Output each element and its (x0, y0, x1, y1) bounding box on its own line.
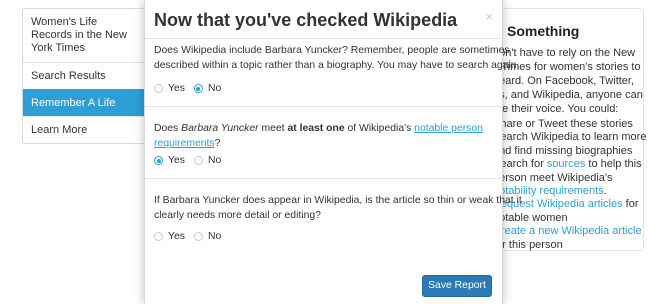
q2-emphasis: at least one (287, 123, 345, 134)
sources-link[interactable]: sources (547, 158, 586, 170)
question-text: requirements? (154, 136, 494, 151)
sidebar-item-remember-a-life[interactable]: Remember A Life (23, 89, 149, 116)
question-2-options: Yes No (154, 155, 230, 166)
modal-title: Now that you've checked Wikipedia (154, 10, 458, 30)
radio-yes[interactable] (154, 232, 163, 241)
radio-label-yes: Yes (168, 83, 185, 94)
intro-line: heard. On Facebook, Twitter, (493, 75, 635, 87)
sources-text-post: to help this (585, 158, 642, 171)
panel-title: Something (507, 23, 580, 39)
intro-line: ate their voice. You could: (493, 103, 619, 115)
list-item-sources: Search for sources to help this (493, 158, 643, 171)
question-text: described within a topic rather than a b… (154, 60, 520, 71)
radio-no[interactable] (193, 156, 203, 165)
modal-footer: Save Report (145, 258, 502, 304)
request-text: for (622, 198, 639, 211)
list-item-search: Search Wikipedia to learn more (493, 131, 647, 144)
radio-no[interactable] (193, 232, 203, 241)
question-3-options: Yes No (154, 231, 230, 242)
sidebar-item-life-records[interactable]: Women's Life Records in the New York Tim… (23, 9, 149, 62)
q2-text: meet (258, 123, 288, 134)
q2-text: Does (154, 123, 182, 134)
sidebar-nav: Women's Life Records in the New York Tim… (22, 8, 150, 144)
question-text: clearly needs more detail or editing? (154, 210, 321, 221)
list-item-sources-cont: person meet Wikipedia's (493, 171, 613, 184)
question-2: Does Barbara Yuncker meet at least one o… (154, 121, 494, 151)
list-item-request-cont: notable women (493, 211, 568, 224)
list-item-create-cont: for this person (493, 238, 563, 251)
list-item-create: Create a new Wikipedia article (493, 225, 643, 238)
question-text: Does Barbara Yuncker meet at least one o… (154, 121, 494, 136)
divider (145, 106, 502, 107)
report-modal: Now that you've checked Wikipedia × Does… (144, 0, 522, 304)
question-text: Does Wikipedia include Barbara Yuncker? … (154, 45, 510, 56)
save-report-button[interactable]: Save Report (422, 275, 492, 297)
sidebar-item-search-results[interactable]: Search Results (23, 62, 149, 89)
question-3: If Barbara Yuncker does appear in Wikipe… (154, 193, 522, 223)
radio-label-no: No (207, 155, 222, 166)
action-list: Share or Tweet these stories Search Wiki… (493, 118, 647, 252)
radio-label-no: No (207, 231, 222, 242)
intro-line: gs, and Wikipedia, anyone can (493, 89, 643, 101)
panel-intro: don't have to rely on the New k Times fo… (493, 46, 643, 116)
question-1-options: Yes No (154, 83, 230, 94)
notability-period: . (603, 184, 607, 197)
divider (145, 178, 502, 179)
notable-person-link-cont[interactable]: requirements (154, 138, 215, 149)
list-item-share: Share or Tweet these stories (493, 118, 633, 130)
q2-text: of Wikipedia's (344, 123, 415, 134)
radio-label-no: No (207, 83, 222, 94)
sidebar-item-learn-more[interactable]: Learn More (23, 116, 149, 143)
close-icon[interactable]: × (485, 9, 493, 24)
divider (145, 38, 502, 39)
list-item-search-cont: and find missing biographies (493, 144, 633, 157)
radio-label-yes: Yes (168, 231, 185, 242)
q2-text: ? (214, 138, 221, 149)
q2-person-name: Barbara Yuncker (181, 123, 259, 134)
notable-person-link[interactable]: notable person (414, 123, 483, 134)
create-article-link[interactable]: Create a new Wikipedia article (493, 225, 642, 237)
question-1: Does Wikipedia include Barbara Yuncker? … (154, 43, 520, 73)
radio-no[interactable] (193, 84, 203, 93)
radio-yes[interactable] (154, 156, 163, 165)
intro-line: don't have to rely on the New (493, 47, 636, 59)
radio-yes[interactable] (154, 84, 163, 93)
radio-label-yes: Yes (168, 155, 185, 166)
question-text: If Barbara Yuncker does appear in Wikipe… (154, 195, 522, 206)
